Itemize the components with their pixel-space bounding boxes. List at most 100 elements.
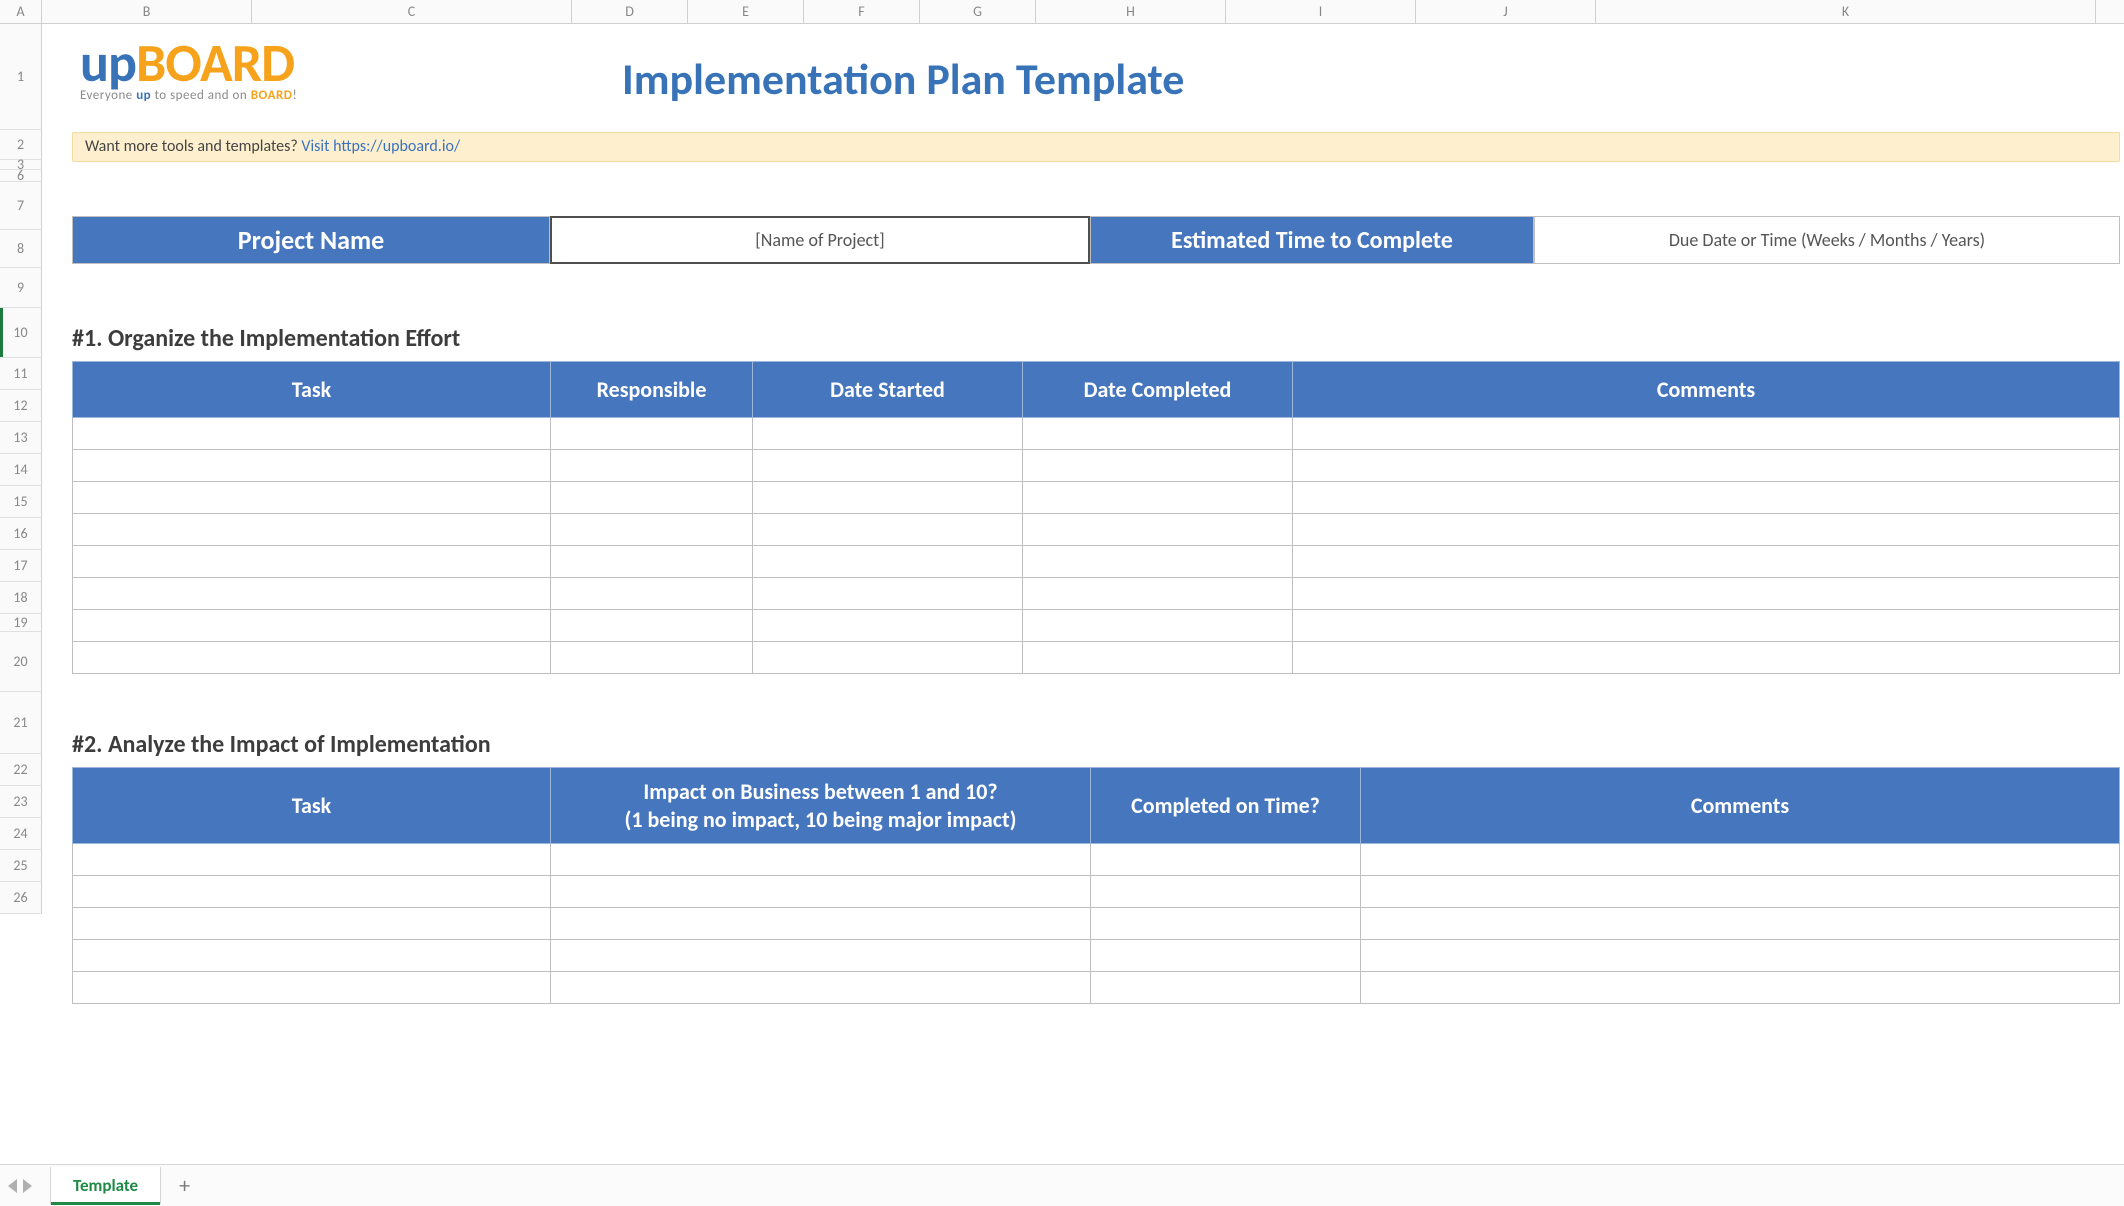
row-18[interactable]: 18: [0, 582, 42, 614]
cell[interactable]: [1361, 844, 2120, 876]
cell[interactable]: [1293, 610, 2120, 642]
col-J[interactable]: J: [1416, 0, 1596, 23]
col-F[interactable]: F: [804, 0, 920, 23]
cell[interactable]: [1361, 940, 2120, 972]
row-8[interactable]: 8: [0, 230, 42, 268]
row-22[interactable]: 22: [0, 754, 42, 786]
cell[interactable]: [753, 514, 1023, 546]
cell[interactable]: [753, 450, 1023, 482]
cell[interactable]: [753, 578, 1023, 610]
sheet-tab-template[interactable]: Template: [50, 1167, 161, 1204]
cell[interactable]: [551, 610, 753, 642]
table-row[interactable]: [73, 578, 2120, 610]
cell[interactable]: [551, 514, 753, 546]
table-row[interactable]: [73, 908, 2120, 940]
cell[interactable]: [1293, 546, 2120, 578]
cell[interactable]: [551, 578, 753, 610]
cell[interactable]: [551, 972, 1091, 1004]
row-14[interactable]: 14: [0, 454, 42, 486]
row-9[interactable]: 9: [0, 268, 42, 308]
cell[interactable]: [73, 450, 551, 482]
row-10[interactable]: 10: [0, 308, 42, 358]
cell[interactable]: [753, 418, 1023, 450]
row-1[interactable]: 1: [0, 24, 42, 130]
cell[interactable]: [73, 578, 551, 610]
cell[interactable]: [1091, 940, 1361, 972]
cell[interactable]: [551, 450, 753, 482]
cell[interactable]: [1091, 972, 1361, 1004]
row-headers[interactable]: 1236789101112131415161718192021222324252…: [0, 24, 42, 914]
cell[interactable]: [551, 642, 753, 674]
row-6[interactable]: 6: [0, 170, 42, 182]
eta-cell[interactable]: Due Date or Time (Weeks / Months / Years…: [1534, 216, 2120, 264]
row-15[interactable]: 15: [0, 486, 42, 518]
cell[interactable]: [551, 418, 753, 450]
cell[interactable]: [1293, 578, 2120, 610]
cell[interactable]: [551, 844, 1091, 876]
table-row[interactable]: [73, 450, 2120, 482]
cell[interactable]: [1361, 908, 2120, 940]
cell[interactable]: [73, 514, 551, 546]
col-C[interactable]: C: [252, 0, 572, 23]
cell[interactable]: [1023, 514, 1293, 546]
row-16[interactable]: 16: [0, 518, 42, 550]
table-row[interactable]: [73, 610, 2120, 642]
row-25[interactable]: 25: [0, 850, 42, 882]
cell[interactable]: [551, 482, 753, 514]
cell[interactable]: [1293, 450, 2120, 482]
row-21[interactable]: 21: [0, 692, 42, 754]
cell[interactable]: [551, 876, 1091, 908]
cell[interactable]: [73, 844, 551, 876]
row-20[interactable]: 20: [0, 632, 42, 692]
cell[interactable]: [1361, 876, 2120, 908]
row-17[interactable]: 17: [0, 550, 42, 582]
cell[interactable]: [1361, 972, 2120, 1004]
table-row[interactable]: [73, 514, 2120, 546]
col-D[interactable]: D: [572, 0, 688, 23]
cell[interactable]: [1293, 514, 2120, 546]
cell[interactable]: [73, 908, 551, 940]
section2-table[interactable]: Task Impact on Business between 1 and 10…: [72, 767, 2120, 1004]
section1-table[interactable]: Task Responsible Date Started Date Compl…: [72, 361, 2120, 674]
row-13[interactable]: 13: [0, 422, 42, 454]
cell[interactable]: [753, 642, 1023, 674]
cell[interactable]: [1091, 844, 1361, 876]
prev-sheet-icon[interactable]: [8, 1179, 17, 1193]
cell[interactable]: [753, 546, 1023, 578]
cell[interactable]: [1023, 546, 1293, 578]
cell[interactable]: [753, 482, 1023, 514]
cell[interactable]: [1023, 418, 1293, 450]
project-name-cell[interactable]: [Name of Project]: [550, 216, 1090, 264]
cell[interactable]: [73, 482, 551, 514]
col-K[interactable]: K: [1596, 0, 2096, 23]
cell[interactable]: [73, 972, 551, 1004]
col-B[interactable]: B: [42, 0, 252, 23]
col-G[interactable]: G: [920, 0, 1036, 23]
cell[interactable]: [1293, 418, 2120, 450]
cell[interactable]: [73, 940, 551, 972]
cell[interactable]: [73, 642, 551, 674]
cell[interactable]: [1023, 578, 1293, 610]
cell[interactable]: [1023, 450, 1293, 482]
table-row[interactable]: [73, 972, 2120, 1004]
row-12[interactable]: 12: [0, 390, 42, 422]
col-A[interactable]: A: [0, 0, 42, 23]
cell[interactable]: [73, 610, 551, 642]
cell[interactable]: [1293, 482, 2120, 514]
cell[interactable]: [551, 908, 1091, 940]
cell[interactable]: [73, 418, 551, 450]
table-row[interactable]: [73, 844, 2120, 876]
row-23[interactable]: 23: [0, 786, 42, 818]
cell[interactable]: [1293, 642, 2120, 674]
table-row[interactable]: [73, 418, 2120, 450]
table-row[interactable]: [73, 876, 2120, 908]
row-24[interactable]: 24: [0, 818, 42, 850]
cell[interactable]: [551, 940, 1091, 972]
cell[interactable]: [1091, 876, 1361, 908]
table-row[interactable]: [73, 546, 2120, 578]
next-sheet-icon[interactable]: [23, 1179, 32, 1193]
table-row[interactable]: [73, 482, 2120, 514]
cell[interactable]: [73, 546, 551, 578]
add-sheet-button[interactable]: +: [179, 1172, 190, 1199]
row-11[interactable]: 11: [0, 358, 42, 390]
